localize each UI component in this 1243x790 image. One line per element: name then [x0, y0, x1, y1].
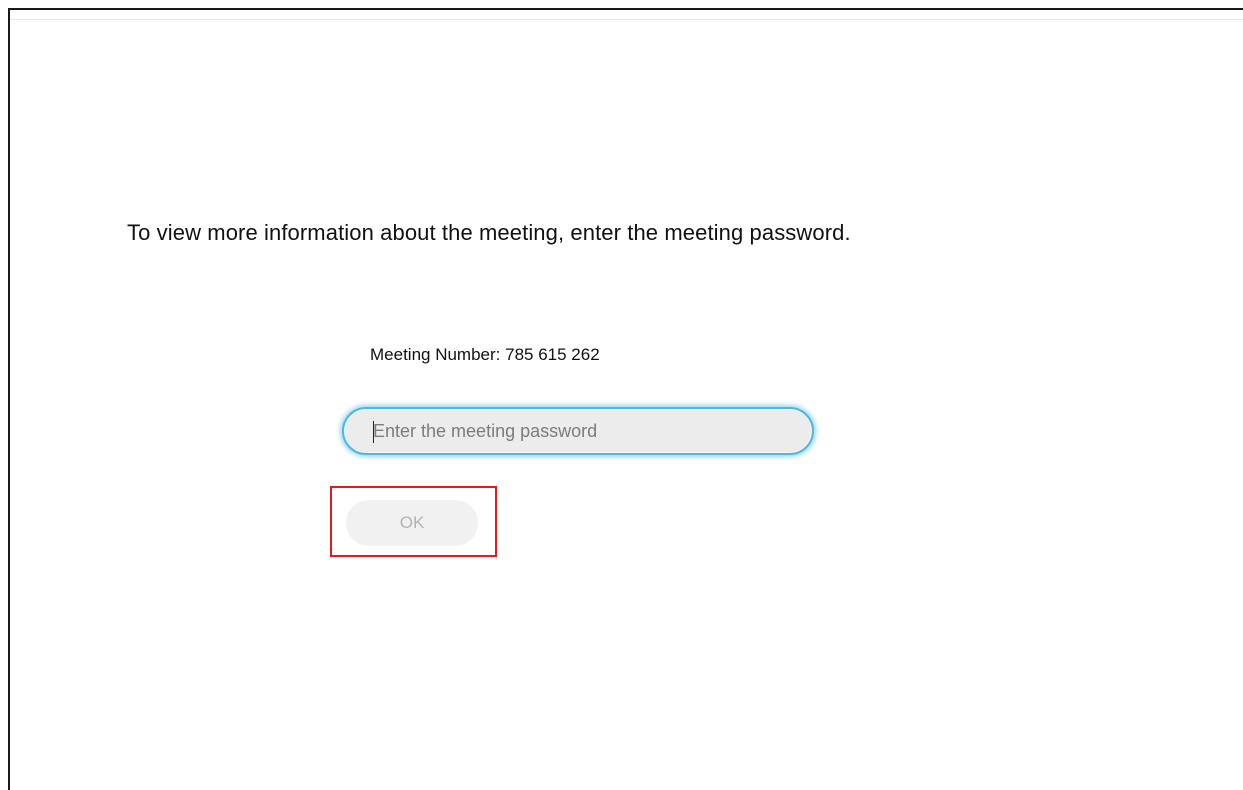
page-frame [8, 8, 1243, 790]
ok-button[interactable]: OK [346, 500, 478, 546]
meeting-number-label: Meeting Number: 785 615 262 [370, 345, 600, 364]
meeting-password-input[interactable] [342, 407, 814, 455]
frame-divider [10, 19, 1243, 20]
text-caret [373, 421, 374, 443]
instruction-text: To view more information about the meeti… [127, 220, 851, 245]
